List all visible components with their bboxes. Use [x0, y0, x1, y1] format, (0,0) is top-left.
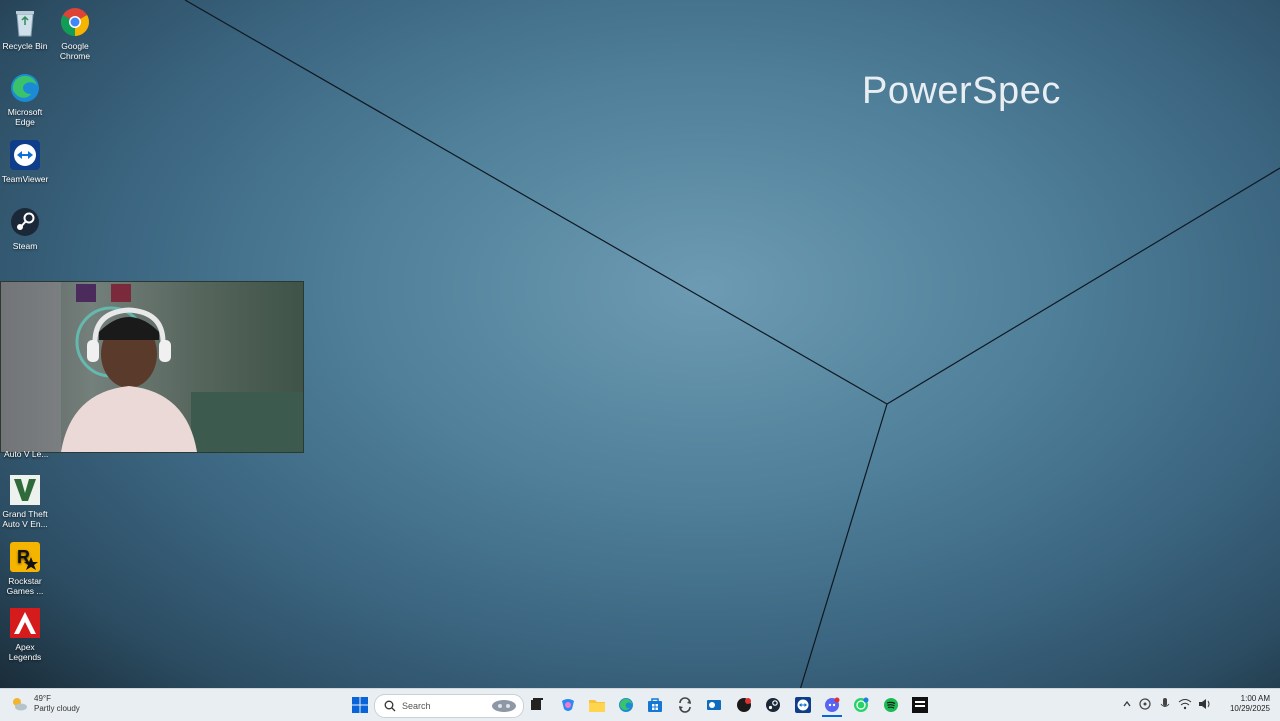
taskbar: 49°F Partly cloudy Search 1:00 AM 10/29/…	[0, 688, 1280, 721]
store-button[interactable]	[645, 695, 665, 715]
teamviewer-taskbar-button[interactable]	[793, 695, 813, 715]
desktop-icon-label: TeamViewer	[1, 174, 49, 184]
desktop-icon-label: Apex Legends	[8, 642, 42, 662]
desktop-icon-label: Google Chrome	[59, 41, 91, 61]
desktop-icon-steam[interactable]: Steam	[0, 206, 50, 251]
volume-icon[interactable]	[1198, 697, 1212, 711]
desktop-icon-recycle-bin[interactable]: Recycle Bin	[0, 6, 50, 51]
edge-taskbar-button[interactable]	[616, 695, 636, 715]
desktop-icon-rockstar-games[interactable]: R Rockstar Games ...	[0, 541, 50, 596]
desktop-icon-label: Grand Theft Auto V En...	[2, 509, 48, 529]
apex-legends-icon	[10, 608, 40, 638]
weather-condition: Partly cloudy	[34, 704, 80, 713]
windows-icon	[352, 697, 368, 713]
desktop-icon-apex-legends[interactable]: Apex Legends	[0, 607, 50, 662]
gta-v-icon	[10, 475, 40, 505]
desktop-icon-label: Recycle Bin	[2, 41, 48, 51]
edge-icon	[619, 698, 633, 712]
whatsapp-button[interactable]	[851, 695, 871, 715]
desktop-icon-teamviewer[interactable]: TeamViewer	[0, 139, 50, 184]
spotify-button[interactable]	[881, 695, 901, 715]
search-highlight-icon	[492, 700, 516, 712]
security-icon[interactable]	[1138, 697, 1152, 711]
teamviewer-icon	[10, 140, 40, 170]
game-launcher-icon	[912, 697, 928, 713]
webcam-person-image	[1, 282, 303, 452]
chrome-icon	[61, 8, 89, 36]
microphone-icon[interactable]	[1158, 697, 1172, 711]
folder-icon	[589, 700, 605, 712]
search-placeholder: Search	[402, 701, 431, 711]
steam-taskbar-button[interactable]	[763, 695, 783, 715]
system-tray	[1122, 697, 1212, 711]
outlook-icon	[707, 700, 721, 710]
steam-icon	[11, 208, 39, 236]
chevron-up-icon[interactable]	[1122, 699, 1132, 709]
clock-time: 1:00 AM	[1240, 694, 1270, 703]
webcam-overlay	[0, 281, 304, 453]
copilot-button[interactable]	[558, 695, 578, 715]
copilot-icon	[562, 699, 574, 711]
teamviewer-icon	[795, 697, 811, 713]
sync-icon	[679, 697, 691, 713]
desktop-icon-label: Steam	[12, 241, 38, 251]
desktop-icon-label[interactable]: Auto V Le...	[4, 449, 48, 459]
start-button[interactable]	[350, 695, 370, 715]
task-view-button[interactable]	[527, 695, 547, 715]
task-view-icon	[531, 698, 543, 710]
desktop-icon-label: Rockstar Games ...	[6, 576, 44, 596]
wifi-icon[interactable]	[1178, 697, 1192, 711]
weather-temp: 49°F	[34, 694, 51, 703]
weather-widget[interactable]: 49°F Partly cloudy	[10, 694, 80, 714]
discord-button[interactable]	[822, 695, 842, 717]
recycle-bin-icon	[16, 11, 34, 37]
outlook-button[interactable]	[704, 695, 724, 715]
search-input[interactable]: Search	[374, 694, 524, 718]
desktop-icon-gta-enhanced[interactable]: Grand Theft Auto V En...	[0, 474, 50, 529]
game-app-button[interactable]	[734, 695, 754, 715]
partly-cloudy-icon	[13, 698, 27, 711]
search-icon	[384, 700, 396, 712]
edge-icon	[11, 74, 39, 102]
clock-date: 10/29/2025	[1229, 704, 1270, 713]
file-explorer-button[interactable]	[587, 695, 607, 715]
sync-app-button[interactable]	[675, 695, 695, 715]
rockstar-icon: R	[10, 542, 40, 572]
whatsapp-icon	[854, 697, 869, 712]
discord-icon	[825, 697, 840, 712]
store-icon	[648, 698, 662, 712]
game-app-icon	[737, 698, 751, 712]
steam-icon	[766, 698, 780, 712]
desktop-icon-google-chrome[interactable]: Google Chrome	[50, 6, 100, 61]
game-launcher-button[interactable]	[910, 695, 930, 715]
desktop-icon-microsoft-edge[interactable]: Microsoft Edge	[0, 72, 50, 127]
spotify-icon	[884, 698, 898, 712]
desktop-icon-label: Microsoft Edge	[7, 107, 43, 127]
wallpaper-brand: PowerSpec	[862, 70, 1061, 112]
clock[interactable]: 1:00 AM 10/29/2025	[1222, 694, 1270, 714]
